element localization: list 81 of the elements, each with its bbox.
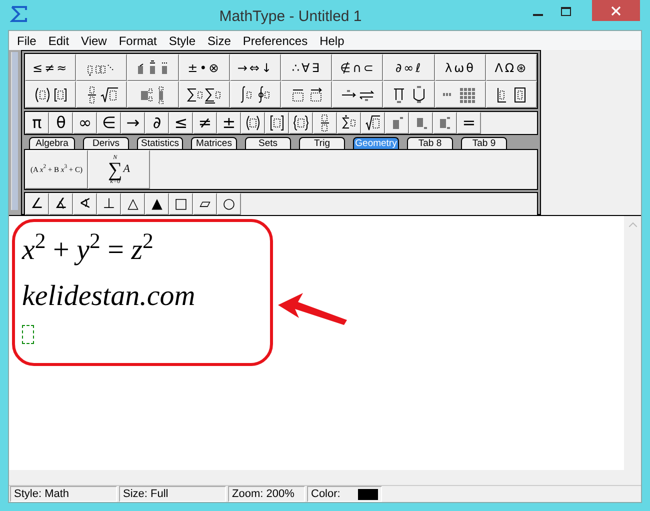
- palette-button[interactable]: [409, 112, 433, 134]
- close-icon: [611, 6, 621, 16]
- palette-button[interactable]: [433, 112, 457, 134]
- status-text: Zoom: 200%: [232, 487, 294, 502]
- palette-button[interactable]: ∴∀∃: [281, 54, 332, 82]
- square-root-icon: [365, 114, 381, 132]
- palette-button[interactable]: λωθ: [434, 54, 486, 82]
- palette-button[interactable]: →⇔↓: [230, 54, 282, 82]
- brace-template-icon: [293, 114, 309, 132]
- bracket-template-icon: [269, 114, 285, 132]
- palette-button[interactable]: [25, 81, 76, 108]
- tab[interactable]: Tab 8: [407, 137, 453, 150]
- palette-button[interactable]: [337, 112, 361, 134]
- pointer-arrow: [277, 292, 349, 326]
- status-text: Color:: [311, 487, 340, 502]
- math-text: kelidestan.com: [22, 279, 196, 314]
- parenthesis-template-icon: [245, 114, 261, 132]
- palette-button[interactable]: ∈: [97, 112, 121, 134]
- maximize-icon[interactable]: [561, 7, 571, 16]
- palette-button[interactable]: ≤≠≈: [25, 54, 76, 82]
- palette-button[interactable]: ○: [217, 193, 241, 216]
- palette-button[interactable]: [361, 112, 385, 134]
- palette-button[interactable]: [486, 81, 538, 108]
- tab[interactable]: Derivs: [83, 137, 129, 150]
- status-text: Style: Math: [14, 487, 70, 502]
- sigma-icon[interactable]: [10, 6, 28, 22]
- palette-button[interactable]: [241, 112, 265, 134]
- palette-button[interactable]: ∡: [49, 193, 73, 216]
- toolbar-grip[interactable]: [11, 52, 18, 210]
- palette-button[interactable]: π: [25, 112, 49, 134]
- palette-button[interactable]: ∂∞ℓ: [383, 54, 435, 82]
- palette-button[interactable]: ∂: [145, 112, 169, 134]
- document-area[interactable]: x$^{2}$ + y$^{2}$ = z$^{2}$ kelidestan.com: [9, 216, 624, 470]
- palette-button[interactable]: ▲: [145, 193, 169, 216]
- tab[interactable]: Sets: [245, 137, 291, 150]
- palette-button[interactable]: ±•⊗: [178, 54, 230, 82]
- palette-button[interactable]: □: [169, 193, 193, 216]
- palette-button[interactable]: [127, 81, 179, 108]
- tab[interactable]: Trig: [299, 137, 345, 150]
- insertion-cursor: [22, 325, 34, 344]
- palette-button[interactable]: [313, 112, 337, 134]
- menu-item[interactable]: Style: [162, 32, 202, 50]
- menu-item[interactable]: View: [75, 32, 113, 50]
- palette-button[interactable]: ≤: [169, 112, 193, 134]
- palette-button[interactable]: =: [457, 112, 481, 134]
- palette-button[interactable]: △: [121, 193, 145, 216]
- palette-button[interactable]: [289, 112, 313, 134]
- menu-item[interactable]: Size: [202, 32, 237, 50]
- palette-button[interactable]: θ: [49, 112, 73, 134]
- palette-button[interactable]: ≠: [193, 112, 217, 134]
- equation: x$^{2}$ + y$^{2}$ = z$^{2}$: [22, 228, 154, 268]
- palette-button[interactable]: ▱: [193, 193, 217, 216]
- palette-button[interactable]: [178, 81, 230, 108]
- window-title: MathType - Untitled 1: [218, 7, 363, 27]
- palette-button[interactable]: [76, 54, 128, 82]
- close-button[interactable]: [592, 0, 640, 21]
- palette-button[interactable]: [332, 81, 384, 108]
- menu-item[interactable]: Preferences: [236, 32, 314, 50]
- palette-button[interactable]: →: [121, 112, 145, 134]
- menu-item[interactable]: Edit: [42, 32, 76, 50]
- palette-button[interactable]: ∉∩⊂: [332, 54, 384, 82]
- palette-button[interactable]: ∠: [25, 193, 49, 216]
- tab[interactable]: Tab 9: [461, 137, 507, 150]
- palette-button[interactable]: ±: [217, 112, 241, 134]
- palette-button[interactable]: [76, 81, 128, 108]
- menu-item[interactable]: File: [11, 32, 42, 50]
- tab[interactable]: Matrices: [191, 137, 237, 150]
- menu-item[interactable]: Format: [112, 32, 163, 50]
- palette-button[interactable]: ΛΩ⊛: [486, 54, 538, 82]
- palette-button[interactable]: [281, 81, 332, 108]
- status-text: Size: Full: [123, 487, 168, 502]
- tab[interactable]: Algebra: [29, 137, 75, 150]
- palette-button[interactable]: ∞: [73, 112, 97, 134]
- palette-button[interactable]: ⊥: [97, 193, 121, 216]
- palette-button[interactable]: [383, 81, 435, 108]
- palette-button[interactable]: ∢: [73, 193, 97, 216]
- tab[interactable]: Statistics: [137, 137, 183, 150]
- menu-item[interactable]: Help: [314, 32, 350, 50]
- palette-button[interactable]: [230, 81, 282, 108]
- palette-button[interactable]: [265, 112, 289, 134]
- palette-button[interactable]: [385, 112, 409, 134]
